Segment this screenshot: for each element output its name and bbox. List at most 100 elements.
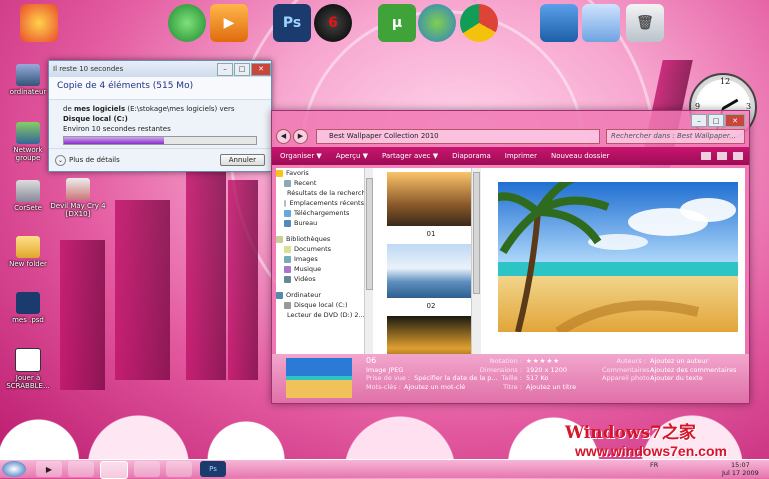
sidebar-item[interactable]: Résultats de la recherche bbox=[276, 188, 364, 198]
sidebar-item[interactable]: Téléchargements bbox=[276, 208, 364, 218]
view-options-icon[interactable] bbox=[701, 152, 711, 160]
desktop-icon bbox=[284, 219, 291, 227]
source-link[interactable]: mes logiciels bbox=[74, 105, 125, 113]
dialog-titlebar[interactable]: Il reste 10 secondes – □ ✕ bbox=[49, 61, 271, 77]
details-toggle[interactable]: Plus de détails bbox=[69, 156, 120, 164]
minimize-button[interactable]: – bbox=[691, 114, 707, 127]
windows-logo-icon[interactable] bbox=[168, 4, 206, 42]
file-thumbnail[interactable] bbox=[387, 172, 475, 226]
sidebar-item[interactable]: Lecteur de DVD (D:) 2... bbox=[276, 310, 364, 320]
language-indicator[interactable]: FR bbox=[650, 461, 658, 469]
media-player-icon[interactable]: ▶ bbox=[210, 4, 248, 42]
scrollbar-thumb[interactable] bbox=[473, 172, 480, 294]
audio-app-icon[interactable]: 6 bbox=[314, 4, 352, 42]
taskbar-photoshop[interactable]: Ps bbox=[200, 461, 226, 477]
clock-hour-hand bbox=[722, 98, 739, 110]
destination-link[interactable]: Disque local (C:) bbox=[63, 115, 128, 123]
rating-stars[interactable]: ★★★★★ bbox=[526, 357, 560, 365]
taskbar-chrome[interactable] bbox=[134, 461, 160, 477]
system-clock[interactable]: 15:07 Jul 17 2009 bbox=[722, 461, 759, 477]
control-panel-icon[interactable] bbox=[582, 4, 620, 42]
sidebar-group-computer[interactable]: Ordinateur bbox=[276, 290, 364, 300]
details-pane: 06 Image JPEG Prise de vue : Spécifier la… bbox=[272, 354, 749, 403]
computer-icon[interactable] bbox=[540, 4, 578, 42]
file-label: 01 bbox=[426, 230, 436, 238]
recycle-bin-icon[interactable]: 🗑 bbox=[626, 4, 664, 42]
sidebar-item[interactable]: Disque local (C:) bbox=[276, 300, 364, 310]
chrome-icon[interactable] bbox=[460, 4, 498, 42]
file-list-scrollbar[interactable] bbox=[471, 168, 481, 354]
explorer-window: – □ ✕ ◀ ▶ Best Wallpaper Collection 2010… bbox=[271, 110, 750, 404]
taskbar-explorer[interactable] bbox=[100, 461, 128, 479]
dialog-heading: Copie de 4 éléments (515 Mo) bbox=[49, 77, 271, 100]
close-button[interactable]: ✕ bbox=[725, 114, 745, 127]
sidebar-group-favorites[interactable]: Favoris bbox=[276, 168, 364, 178]
desktop-icon[interactable]: Jouer à SCRABBLE... bbox=[0, 348, 56, 390]
music-icon bbox=[284, 265, 291, 273]
desktop-icon[interactable]: Devil May Cry 4 [DX10] bbox=[50, 178, 106, 218]
scrollbar-thumb[interactable] bbox=[366, 178, 373, 290]
preview-pane-icon[interactable] bbox=[717, 152, 727, 160]
downloads-icon bbox=[284, 209, 291, 217]
detail-comments[interactable]: Ajoutez des commentaires bbox=[650, 366, 737, 374]
sidebar-item[interactable]: Documents bbox=[276, 244, 364, 254]
preview-pane bbox=[481, 168, 745, 354]
maximize-button[interactable]: □ bbox=[234, 62, 250, 76]
print-button[interactable]: Imprimer bbox=[505, 152, 537, 160]
copy-progress-bar bbox=[63, 136, 257, 145]
desktop-icon[interactable]: mes .psd bbox=[0, 292, 56, 324]
beach-preview-image bbox=[498, 182, 738, 332]
library-icon bbox=[276, 235, 283, 243]
help-icon[interactable] bbox=[733, 152, 743, 160]
detail-tags[interactable]: Ajoutez un mot-clé bbox=[404, 383, 465, 391]
share-menu[interactable]: Partager avec ▼ bbox=[382, 152, 438, 160]
wallpaper-tower bbox=[60, 240, 105, 390]
organize-menu[interactable]: Organiser ▼ bbox=[280, 152, 322, 160]
sidebar-item[interactable]: Musique bbox=[276, 264, 364, 274]
sidebar-item[interactable]: Images bbox=[276, 254, 364, 264]
address-bar[interactable]: Best Wallpaper Collection 2010 bbox=[316, 128, 600, 144]
sidebar-item[interactable]: Bureau bbox=[276, 218, 364, 228]
copy-progress-dialog: Il reste 10 secondes – □ ✕ Copie de 4 él… bbox=[48, 60, 272, 172]
dialog-title: Il reste 10 secondes bbox=[53, 65, 124, 73]
desktop-icon[interactable]: New folder bbox=[0, 236, 56, 268]
detail-title[interactable]: Ajoutez un titre bbox=[526, 383, 576, 391]
cancel-button[interactable]: Annuler bbox=[219, 154, 265, 166]
file-thumbnail[interactable] bbox=[387, 244, 475, 298]
network-users-icon bbox=[16, 122, 40, 144]
sidebar-group-libraries[interactable]: Bibliothèques bbox=[276, 234, 364, 244]
detail-authors[interactable]: Ajoutez un auteur bbox=[650, 357, 708, 365]
computer-icon bbox=[276, 291, 283, 299]
utorrent-icon[interactable]: µ bbox=[378, 4, 416, 42]
sidebar-item[interactable]: Emplacements récents bbox=[276, 198, 364, 208]
forward-button[interactable]: ▶ bbox=[293, 128, 308, 144]
start-orb-icon[interactable] bbox=[20, 4, 58, 42]
taskbar: ▶ Ps FR 15:07 Jul 17 2009 bbox=[0, 459, 769, 479]
start-button[interactable] bbox=[2, 461, 26, 477]
taskbar-media-player[interactable]: ▶ bbox=[36, 461, 62, 477]
folder-icon bbox=[16, 236, 40, 258]
preview-menu[interactable]: Aperçu ▼ bbox=[336, 152, 368, 160]
slideshow-button[interactable]: Diaporama bbox=[452, 152, 491, 160]
taskbar-game[interactable] bbox=[166, 461, 192, 477]
back-button[interactable]: ◀ bbox=[276, 128, 291, 144]
desktop-icon[interactable]: CorSete bbox=[0, 180, 56, 212]
close-button[interactable]: ✕ bbox=[251, 62, 271, 76]
chevron-down-icon[interactable]: ⌄ bbox=[55, 154, 66, 166]
messenger-icon[interactable] bbox=[418, 4, 456, 42]
minimize-button[interactable]: – bbox=[217, 62, 233, 76]
search-input[interactable]: Rechercher dans : Best Wallpaper... bbox=[606, 128, 745, 144]
taskbar-item[interactable] bbox=[68, 461, 94, 477]
sidebar-item[interactable]: Recent bbox=[276, 178, 364, 188]
photoshop-icon[interactable]: Ps bbox=[273, 4, 311, 42]
file-list: 01 02 bbox=[373, 168, 479, 354]
new-folder-button[interactable]: Nouveau dossier bbox=[551, 152, 610, 160]
file-thumbnail[interactable] bbox=[387, 316, 475, 354]
recent-icon bbox=[284, 179, 291, 187]
progress-fill bbox=[64, 137, 164, 144]
maximize-button[interactable]: □ bbox=[708, 114, 724, 127]
clock-numeral: 12 bbox=[720, 77, 731, 86]
sidebar-item[interactable]: Vidéos bbox=[276, 274, 364, 284]
detail-camera[interactable]: Ajouter du texte bbox=[650, 374, 703, 382]
documents-icon bbox=[284, 245, 291, 253]
